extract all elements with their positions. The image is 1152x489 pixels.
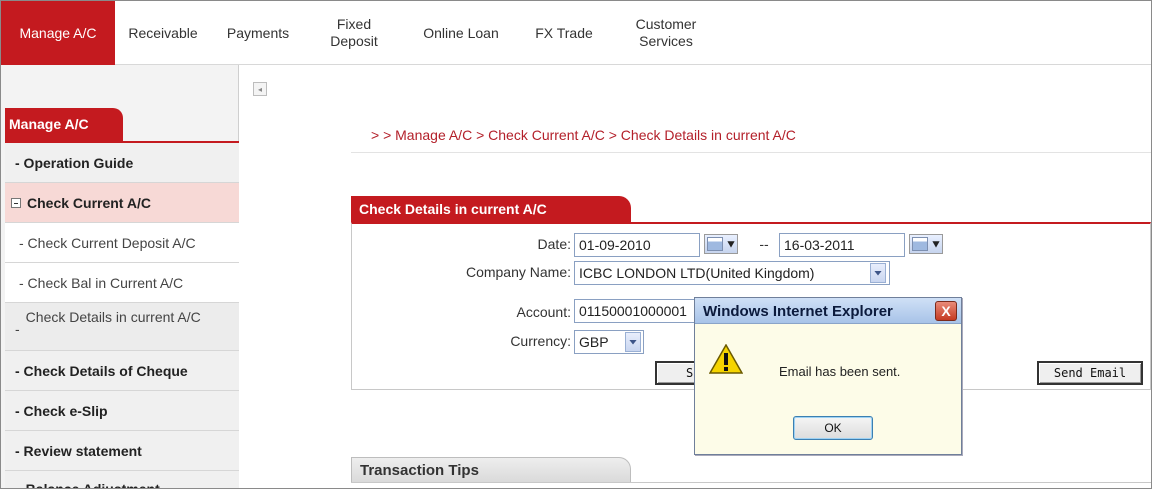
breadcrumb: > > Manage A/C > Check Current A/C > Che… xyxy=(371,127,796,143)
sidebar-item-check-bal[interactable]: - Check Bal in Current A/C xyxy=(5,263,239,303)
sidebar-header: Manage A/C xyxy=(5,108,123,141)
sidebar-item-label: Check Details in current A/C xyxy=(25,309,201,325)
warning-icon xyxy=(709,344,743,374)
nav-payments[interactable]: Payments xyxy=(211,1,305,65)
dash-mark: - xyxy=(15,321,20,337)
date-from-calendar-button[interactable] xyxy=(704,234,738,254)
account-label: Account: xyxy=(516,304,571,320)
chevron-down-icon xyxy=(932,241,940,248)
app-frame: Manage A/C Receivable Payments Fixed Dep… xyxy=(0,0,1152,489)
company-label: Company Name: xyxy=(465,264,571,280)
sidebar-collapse-button[interactable]: ◂ xyxy=(253,82,267,96)
sidebar-item-check-current-ac[interactable]: Check Current A/C xyxy=(5,183,239,223)
dialog-title: Windows Internet Explorer xyxy=(703,303,893,320)
chevron-down-icon xyxy=(874,270,882,276)
company-dropdown-arrow[interactable] xyxy=(870,263,886,283)
date-to-calendar-button[interactable] xyxy=(909,234,943,254)
currency-label: Currency: xyxy=(510,333,571,349)
sidebar-item-review-statement[interactable]: - Review statement xyxy=(5,431,239,471)
chevron-down-icon xyxy=(727,241,735,248)
sidebar-item-operation-guide[interactable]: - Operation Guide xyxy=(5,143,239,183)
company-select[interactable]: ICBC LONDON LTD(United Kingdom) xyxy=(574,261,890,285)
calendar-icon xyxy=(707,237,723,251)
nav-online-loan[interactable]: Online Loan xyxy=(401,1,521,65)
close-icon[interactable]: X xyxy=(935,301,957,321)
nav-fx-trade[interactable]: FX Trade xyxy=(521,1,607,65)
ok-button[interactable]: OK xyxy=(793,416,873,440)
sidebar-item-check-eslip[interactable]: - Check e-Slip xyxy=(5,391,239,431)
sidebar-item-label: - Check Current Deposit A/C xyxy=(19,234,196,251)
chevron-down-icon xyxy=(629,339,637,345)
sidebar-item-label: Check Current A/C xyxy=(27,194,151,211)
date-separator: -- xyxy=(759,236,769,252)
sidebar-item-check-cheque[interactable]: - Check Details of Cheque xyxy=(5,351,239,391)
dialog-title-bar[interactable]: Windows Internet Explorer X xyxy=(695,298,961,324)
sidebar-item-label: Balance Adjustment xyxy=(25,481,160,489)
calendar-icon xyxy=(912,237,928,251)
dialog-message: Email has been sent. xyxy=(779,364,901,379)
nav-receivable[interactable]: Receivable xyxy=(115,1,211,65)
nav-fixed-deposit[interactable]: Fixed Deposit xyxy=(319,1,389,65)
send-email-button[interactable]: Send Email xyxy=(1037,361,1143,385)
top-navigation: Manage A/C Receivable Payments Fixed Dep… xyxy=(1,1,1151,65)
transaction-tips-header: Transaction Tips xyxy=(351,457,631,483)
tips-divider xyxy=(351,482,1151,483)
alert-dialog: Windows Internet Explorer X Email has be… xyxy=(694,297,962,455)
date-to-input[interactable]: 16-03-2011 xyxy=(779,233,905,257)
breadcrumb-divider xyxy=(351,152,1151,153)
date-label: Date: xyxy=(537,236,571,252)
sidebar-item-label: - Check Bal in Current A/C xyxy=(19,274,184,291)
sidebar-item-check-current-deposit[interactable]: - Check Current Deposit A/C xyxy=(5,223,239,263)
sidebar-item-balance-adjustment[interactable]: - Balance Adjustment xyxy=(5,471,239,489)
account-select[interactable]: 01150001000001 xyxy=(574,299,700,323)
sidebar-item-label: - Check e-Slip xyxy=(15,402,108,419)
sidebar-menu: - Operation Guide Check Current A/C - Ch… xyxy=(5,143,239,489)
sidebar-item-label: - Operation Guide xyxy=(15,154,134,171)
collapse-minus-icon[interactable] xyxy=(11,197,21,208)
sidebar-item-label: - Review statement xyxy=(15,442,142,459)
sidebar-item-check-details[interactable]: - Check Details in current A/C xyxy=(5,303,239,351)
sidebar-item-label: - Check Details of Cheque xyxy=(15,362,188,379)
nav-customer-services[interactable]: Customer Services xyxy=(616,1,716,65)
nav-manage-ac[interactable]: Manage A/C xyxy=(1,1,115,65)
currency-dropdown-arrow[interactable] xyxy=(625,332,641,352)
panel-title: Check Details in current A/C xyxy=(351,196,631,222)
date-from-input[interactable]: 01-09-2010 xyxy=(574,233,700,257)
